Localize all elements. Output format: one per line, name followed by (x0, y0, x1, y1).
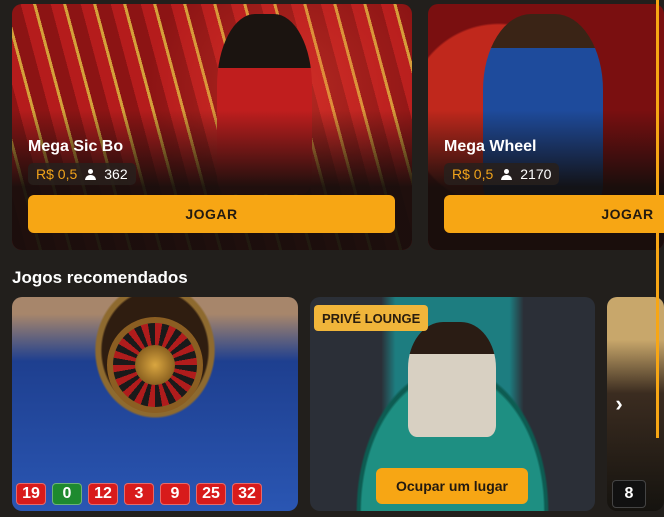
player-icon (85, 168, 97, 180)
min-bet: R$ 0,5 (452, 166, 494, 182)
player-count: 362 (104, 166, 128, 182)
game-card-roulette[interactable]: 19 0 12 3 9 25 32 (12, 297, 298, 511)
result-number: 12 (88, 483, 118, 505)
dealer-image (408, 322, 496, 437)
result-number: 25 (196, 483, 226, 505)
take-seat-button[interactable]: Ocupar um lugar (376, 468, 528, 504)
result-number: 8 (612, 480, 646, 508)
player-count: 2170 (520, 166, 552, 182)
result-number: 0 (52, 483, 82, 505)
game-card-mega-sic-bo[interactable]: Mega Sic Bo R$ 0,5 362 JOGAR (12, 4, 412, 250)
result-number: 3 (124, 483, 154, 505)
chevron-right-icon[interactable]: › (608, 389, 630, 419)
prive-lounge-badge: PRIVÉ LOUNGE (314, 305, 429, 331)
result-number: 19 (16, 483, 46, 505)
game-card-prive-lounge[interactable]: PRIVÉ LOUNGE Ocupar um lugar (310, 297, 595, 511)
result-number: 32 (232, 483, 262, 505)
scrollbar[interactable] (656, 0, 659, 438)
game-meta: R$ 0,5 2170 (444, 163, 560, 185)
min-bet: R$ 0,5 (36, 166, 78, 182)
game-title: Mega Sic Bo (28, 138, 124, 155)
game-title: Mega Wheel (444, 138, 537, 155)
player-icon (501, 168, 513, 180)
game-meta: R$ 0,5 362 (28, 163, 136, 185)
section-title: Jogos recomendados (12, 268, 188, 287)
play-button[interactable]: JOGAR (28, 195, 395, 233)
recent-results: 19 0 12 3 9 25 32 (16, 483, 262, 505)
game-card-mega-wheel[interactable]: Mega Wheel R$ 0,5 2170 JOGAR (428, 4, 664, 250)
play-button[interactable]: JOGAR (444, 195, 664, 233)
result-number: 9 (160, 483, 190, 505)
roulette-wheel-icon (107, 317, 203, 413)
